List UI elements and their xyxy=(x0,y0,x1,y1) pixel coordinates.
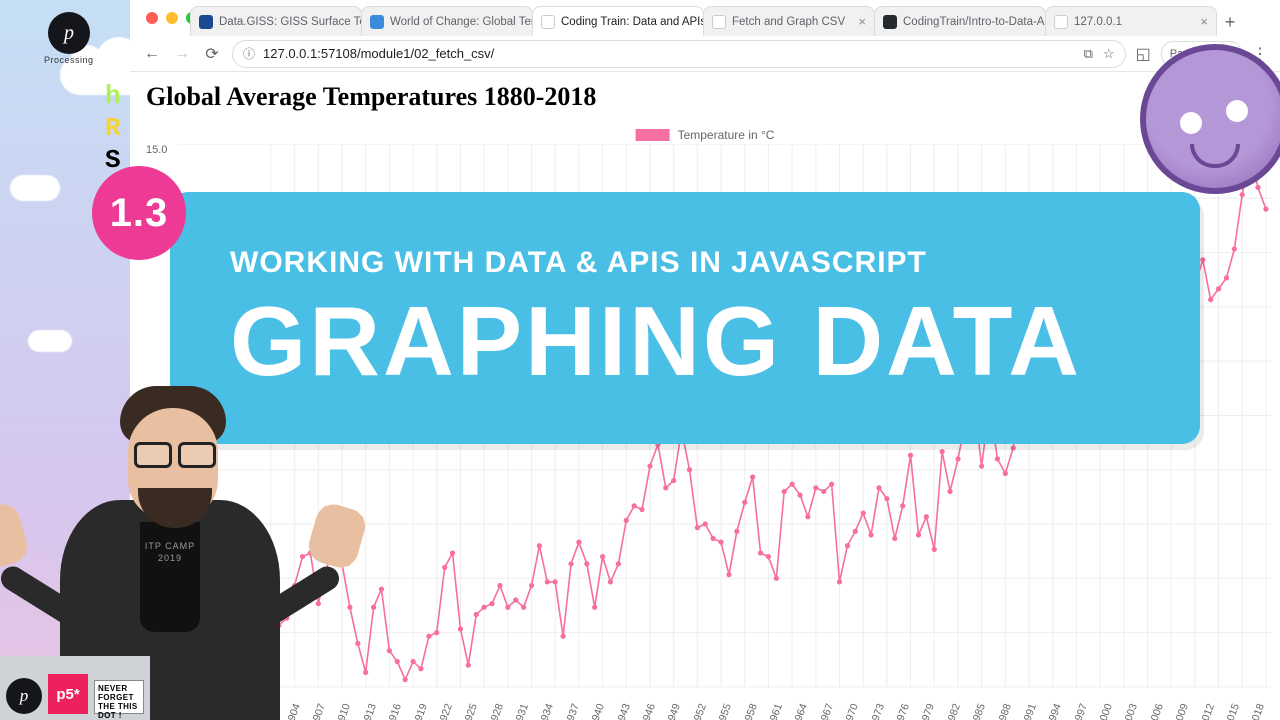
browser-tabstrip: Data.GISS: GISS Surface Temp×World of Ch… xyxy=(190,4,1280,36)
text-sticker: NEVER FORGET THE THIS DOT ! xyxy=(94,680,144,714)
favicon-icon xyxy=(1054,15,1068,29)
tab-label: Fetch and Graph CSV xyxy=(732,16,845,28)
tab-label: Coding Train: Data and APIs P xyxy=(561,16,704,28)
new-tab-button[interactable]: + xyxy=(1216,8,1244,36)
episode-badge: 1.3 xyxy=(92,166,186,260)
close-tab-icon[interactable]: × xyxy=(858,14,866,29)
back-button[interactable]: ← xyxy=(142,44,162,64)
forward-button[interactable]: → xyxy=(172,44,192,64)
address-bar[interactable]: ⓘ 127.0.0.1:57108/module1/02_fetch_csv/ … xyxy=(232,40,1126,68)
shirt-print: ITP CAMP2019 xyxy=(145,540,195,564)
glasses-icon xyxy=(134,442,216,468)
tab-label: World of Change: Global Temp xyxy=(390,16,533,28)
p5js-sticker-icon: p5* xyxy=(48,674,88,714)
favicon-icon xyxy=(199,15,213,29)
minimize-window-button[interactable] xyxy=(166,12,178,24)
processing-app-label: Processing xyxy=(44,55,94,65)
laptop-lid: p p5* NEVER FORGET THE THIS DOT ! xyxy=(0,656,150,720)
browser-tab[interactable]: World of Change: Global Temp× xyxy=(361,6,533,36)
background-window-text: h R S xyxy=(105,80,121,176)
page-title: Global Average Temperatures 1880-2018 xyxy=(146,82,596,112)
browser-tab[interactable]: 127.0.0.1 × xyxy=(1045,6,1217,36)
favicon-icon xyxy=(883,15,897,29)
favicon-icon xyxy=(541,15,555,29)
browser-tab[interactable]: Data.GISS: GISS Surface Temp× xyxy=(190,6,362,36)
processing-app-icon[interactable]: p xyxy=(48,12,90,54)
bookmark-star-icon[interactable]: ☆ xyxy=(1103,46,1115,62)
close-window-button[interactable] xyxy=(146,12,158,24)
title-card-subtitle: WORKING WITH DATA & APIS IN JAVASCRIPT xyxy=(230,246,1170,280)
tab-label: CodingTrain/Intro-to-Data-API xyxy=(903,16,1046,28)
devices-icon[interactable]: ⧉ xyxy=(1084,46,1093,62)
extension-icon[interactable]: ◱ xyxy=(1136,44,1151,64)
browser-toolbar: ← → ⟳ ⓘ 127.0.0.1:57108/module1/02_fetch… xyxy=(130,36,1280,72)
cloud-decoration xyxy=(10,175,60,201)
url-text: 127.0.0.1:57108/module1/02_fetch_csv/ xyxy=(263,46,494,61)
processing-sticker-icon: p xyxy=(6,678,42,714)
reload-button[interactable]: ⟳ xyxy=(202,44,222,64)
presenter-hand xyxy=(0,500,31,571)
browser-tab[interactable]: Fetch and Graph CSV × xyxy=(703,6,875,36)
legend-swatch-icon xyxy=(636,129,670,141)
coding-train-mascot-icon xyxy=(1140,44,1280,194)
legend-label: Temperature in °C xyxy=(678,128,775,142)
site-info-icon[interactable]: ⓘ xyxy=(243,45,255,62)
browser-tab[interactable]: Coding Train: Data and APIs P× xyxy=(532,6,704,36)
favicon-icon xyxy=(370,15,384,29)
tab-label: 127.0.0.1 xyxy=(1074,16,1122,28)
presenter-hand xyxy=(305,500,370,571)
favicon-icon xyxy=(712,15,726,29)
browser-tab[interactable]: CodingTrain/Intro-to-Data-API× xyxy=(874,6,1046,36)
close-tab-icon[interactable]: × xyxy=(1200,14,1208,29)
tab-label: Data.GISS: GISS Surface Temp xyxy=(219,16,362,28)
mascot-mouth xyxy=(1190,144,1240,168)
chart-legend[interactable]: Temperature in °C xyxy=(636,128,775,142)
